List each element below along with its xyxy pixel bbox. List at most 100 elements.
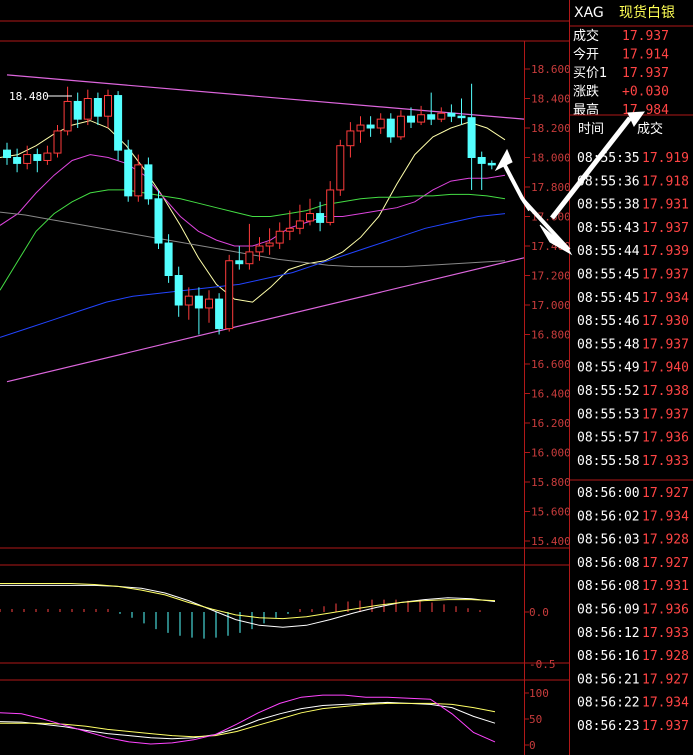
- candle-body: [13, 157, 22, 164]
- trade-price: 17.934: [642, 509, 689, 524]
- trades-list[interactable]: 08:55:35 17.91908:55:36 17.91808:55:38 17.9…: [577, 151, 689, 734]
- trade-time: 08:55:35: [577, 151, 640, 166]
- candle-body: [326, 189, 335, 223]
- candle-body: [144, 164, 153, 200]
- candle-body: [396, 115, 405, 138]
- trade-time: 08:56:08: [577, 556, 640, 571]
- candlestick-chart[interactable]: 18.60018.40018.20018.00017.80017.60017.4…: [0, 63, 571, 548]
- trade-price: 17.928: [642, 533, 689, 548]
- trade-time: 08:55:48: [577, 337, 640, 352]
- candle-body: [467, 117, 476, 159]
- trade-time: 08:55:57: [577, 431, 640, 446]
- candle-body: [316, 213, 325, 223]
- trade-price: 17.937: [642, 337, 689, 352]
- y-tick-label: 16.600: [531, 358, 571, 371]
- candle-body: [447, 112, 456, 117]
- candle-body: [386, 118, 395, 138]
- candle-body: [427, 114, 436, 120]
- candle-body: [285, 227, 294, 232]
- candle-body: [43, 152, 52, 161]
- kdj-line: [0, 694, 496, 745]
- trade-time: 08:56:12: [577, 626, 640, 641]
- candle-body: [457, 115, 466, 119]
- candle-body: [33, 154, 42, 161]
- candle-body: [437, 112, 446, 120]
- trade-time: 08:56:02: [577, 509, 640, 524]
- candle-body: [205, 298, 213, 309]
- macd-dif-line: [0, 584, 496, 628]
- macd-panel: 0.0 -0.5: [0, 583, 556, 671]
- quote-label: 最高: [573, 102, 599, 118]
- ma-line: [0, 213, 506, 338]
- trade-price: 17.933: [642, 454, 689, 469]
- quote-value: +0.030: [622, 85, 669, 100]
- macd-dea-line: [0, 583, 496, 620]
- candle-body: [93, 98, 102, 117]
- candle-body: [124, 149, 133, 197]
- trade-price: 17.934: [642, 696, 689, 711]
- candle-body: [225, 260, 234, 330]
- candle-body: [73, 100, 82, 120]
- kdj-line: [0, 702, 496, 738]
- trade-price: 17.919: [642, 151, 689, 166]
- kdj-tick-label: 100: [529, 687, 549, 700]
- candle-body: [417, 114, 426, 123]
- trade-price: 17.936: [642, 431, 689, 446]
- trade-time: 08:56:16: [577, 649, 640, 664]
- candle-body: [114, 95, 123, 151]
- candle-body: [336, 145, 345, 191]
- trade-price: 17.930: [642, 314, 689, 329]
- quote-label: 涨跌: [573, 84, 599, 100]
- trade-price: 17.937: [642, 268, 689, 283]
- y-tick-label: 18.000: [531, 152, 571, 165]
- trade-price: 17.938: [642, 384, 689, 399]
- candle-body: [265, 242, 274, 247]
- quote-value: 17.914: [622, 48, 669, 63]
- candle-body: [245, 251, 254, 265]
- trade-price: 17.940: [642, 361, 689, 376]
- quote-value: 17.937: [622, 29, 669, 44]
- y-tick-label: 16.400: [531, 388, 571, 401]
- candle-body: [174, 275, 183, 306]
- trade-price: 17.937: [642, 407, 689, 422]
- candle-body: [53, 130, 62, 154]
- candle-body: [134, 164, 143, 197]
- trade-price: 17.918: [642, 174, 689, 189]
- symbol-name: 现货白银: [619, 4, 675, 21]
- macd-zero-label: 0.0: [529, 606, 549, 619]
- candle-body: [83, 98, 92, 120]
- trade-time: 08:56:21: [577, 672, 640, 687]
- trade-price: 17.939: [642, 244, 689, 259]
- trade-time: 08:56:09: [577, 603, 640, 618]
- trade-price: 17.927: [642, 672, 689, 687]
- trade-time: 08:55:49: [577, 361, 640, 376]
- kdj-tick-label: 0: [529, 739, 536, 752]
- trade-time: 08:56:08: [577, 579, 640, 594]
- trade-price: 17.928: [642, 649, 689, 664]
- trades-header-price: 成交: [637, 121, 663, 137]
- kdj-tick-label: 50: [529, 713, 542, 726]
- macd-min-label: -0.5: [529, 658, 556, 671]
- candle-body: [235, 260, 244, 265]
- y-tick-label: 15.600: [531, 506, 571, 519]
- candle-body: [275, 230, 284, 244]
- y-tick-label: 15.800: [531, 476, 571, 489]
- trade-time: 08:55:38: [577, 198, 640, 213]
- kdj-panel: 100 50 0: [0, 687, 549, 752]
- quote-value: 17.937: [622, 66, 669, 81]
- y-tick-label: 16.800: [531, 329, 571, 342]
- y-tick-label: 18.400: [531, 93, 571, 106]
- quote-label: 买价1: [573, 66, 607, 81]
- trade-time: 08:55:45: [577, 268, 640, 283]
- trade-price: 17.936: [642, 603, 689, 618]
- high-price-label: 18.480: [9, 90, 49, 103]
- symbol-code: XAG: [574, 5, 604, 21]
- y-tick-label: 16.200: [531, 417, 571, 430]
- candle-body: [63, 100, 72, 132]
- y-tick-label: 17.800: [531, 181, 571, 194]
- trade-price: 17.937: [642, 719, 689, 734]
- trade-price: 17.931: [642, 198, 689, 213]
- trendline[interactable]: [6, 257, 525, 383]
- trade-time: 08:56:22: [577, 696, 640, 711]
- trade-price: 17.931: [642, 579, 689, 594]
